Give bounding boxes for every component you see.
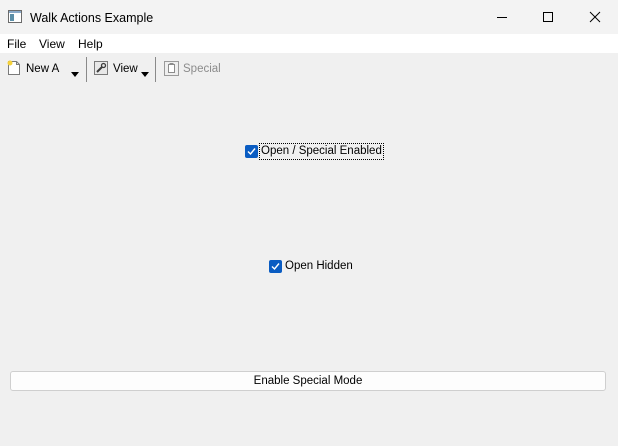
maximize-icon [543, 12, 553, 22]
checkbox-checked-icon[interactable] [245, 145, 258, 158]
new-a-label: New A [26, 63, 60, 75]
menu-file[interactable]: File [7, 37, 26, 51]
menu-view[interactable]: View [39, 37, 65, 51]
open-hidden-checkbox[interactable]: Open Hidden [269, 259, 353, 275]
main-window: Walk Actions Example File View Help New … [0, 0, 618, 446]
special-label: Special [183, 63, 221, 75]
view-label: View [113, 63, 138, 75]
menu-bar: File View Help [0, 34, 618, 53]
minimize-button[interactable] [479, 0, 525, 34]
maximize-button[interactable] [525, 0, 571, 34]
checkbox-checked-icon[interactable] [269, 260, 282, 273]
menu-help[interactable]: Help [78, 37, 103, 51]
open-hidden-label: Open Hidden [285, 260, 353, 272]
open-special-enabled-checkbox[interactable]: Open / Special Enabled [245, 143, 384, 160]
special-document-icon [164, 61, 179, 79]
enable-special-mode-button[interactable]: Enable Special Mode [10, 371, 606, 391]
app-window-icon [8, 10, 22, 23]
new-a-button[interactable]: New A [5, 58, 83, 80]
new-document-icon [6, 60, 22, 79]
toolbar-separator [155, 57, 156, 82]
open-special-enabled-label: Open / Special Enabled [259, 143, 384, 160]
dropdown-arrow-icon[interactable] [141, 66, 149, 80]
toolbar-separator [86, 57, 87, 82]
title-bar[interactable]: Walk Actions Example [0, 0, 618, 34]
dropdown-arrow-icon[interactable] [71, 66, 79, 80]
close-icon [589, 11, 601, 23]
window-title: Walk Actions Example [30, 11, 154, 25]
view-button[interactable]: View [93, 58, 151, 80]
close-button[interactable] [572, 0, 618, 34]
view-tools-icon [94, 61, 109, 79]
toolbar: New A View Special [0, 53, 618, 85]
special-button[interactable]: Special [162, 58, 222, 80]
minimize-icon [497, 17, 507, 18]
